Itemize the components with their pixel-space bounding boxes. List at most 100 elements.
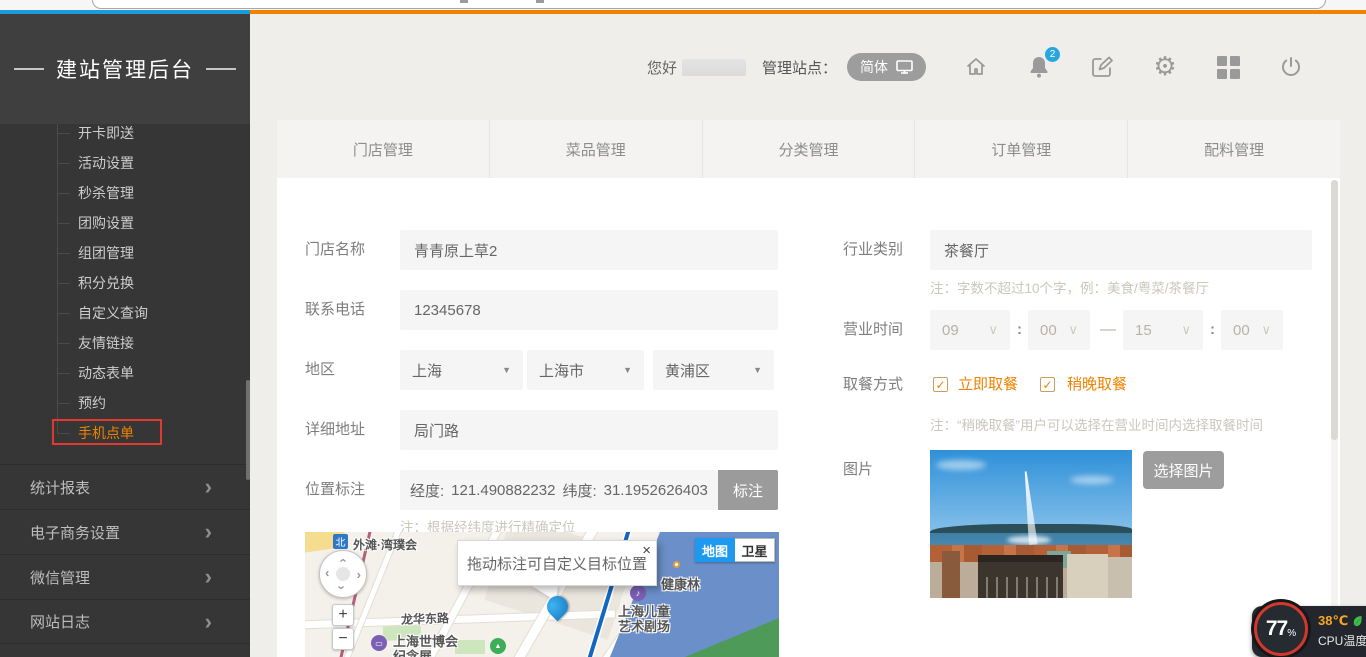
tab-label: 菜品管理 bbox=[566, 139, 626, 160]
chevron-right-icon: › bbox=[205, 476, 212, 498]
photo-cloud bbox=[1070, 476, 1114, 484]
pickup-label: 取餐方式 bbox=[843, 370, 903, 400]
sidebar-item[interactable]: 团购设置 bbox=[0, 208, 250, 238]
open-hour-select[interactable]: 09∨ bbox=[930, 310, 1010, 350]
cpu-temp-value: 38℃ bbox=[1318, 613, 1348, 629]
system-monitor-widget: 77 % 38℃ CPU温度 bbox=[1252, 606, 1366, 657]
sidebar-group[interactable]: 微信管理 › bbox=[0, 554, 250, 599]
sidebar-item[interactable]: 友情链接 bbox=[0, 328, 250, 358]
pickup-later-label[interactable]: 稍晚取餐 bbox=[1067, 370, 1127, 400]
logout-button[interactable] bbox=[1278, 54, 1304, 80]
tab[interactable]: 菜品管理 bbox=[490, 120, 703, 178]
top-header: 您好 管理站点： 简体 2 ⚙ bbox=[250, 14, 1366, 120]
content-scrollbar-thumb[interactable] bbox=[1331, 180, 1338, 440]
map-tooltip-text: 拖动标注可自定义目标位置 bbox=[467, 553, 647, 574]
address-label: 详细地址 bbox=[305, 410, 365, 450]
pickup-now-label[interactable]: 立即取餐 bbox=[958, 370, 1018, 400]
longitude-label: 经度: bbox=[410, 480, 444, 501]
store-photo bbox=[930, 450, 1132, 598]
tree-tick bbox=[57, 373, 70, 374]
browser-icon-fragment bbox=[460, 0, 468, 3]
greeting-text: 您好 bbox=[647, 57, 677, 78]
pickup-now-checkbox[interactable]: ✓ bbox=[933, 377, 948, 392]
hours-colon: : bbox=[1210, 310, 1215, 350]
browser-address-bar[interactable] bbox=[92, 0, 1326, 9]
industry-input[interactable]: 茶餐厅 bbox=[930, 230, 1312, 270]
tab[interactable]: 订单管理 bbox=[915, 120, 1128, 178]
sidebar-item[interactable]: 自定义查询 bbox=[0, 298, 250, 328]
notifications-button[interactable]: 2 bbox=[1026, 54, 1052, 80]
map-zoom-out-button[interactable]: − bbox=[332, 628, 354, 650]
sidebar-group[interactable]: 电子商务设置 › bbox=[0, 509, 250, 554]
close-minute-select[interactable]: 00∨ bbox=[1221, 310, 1283, 350]
edit-button[interactable] bbox=[1089, 54, 1115, 80]
sidebar-group[interactable]: 统计报表 › bbox=[0, 464, 250, 509]
close-hour-select[interactable]: 15∨ bbox=[1123, 310, 1203, 350]
sidebar-group[interactable]: 网站日志 › bbox=[0, 599, 250, 644]
store-name-input[interactable]: 青青原上草2 bbox=[400, 230, 778, 270]
district-select[interactable]: 黄浦区▼ bbox=[653, 350, 774, 390]
tab[interactable]: 分类管理 bbox=[703, 120, 916, 178]
museum-poi-icon: ▭ bbox=[371, 635, 387, 651]
edit-icon bbox=[1090, 55, 1114, 79]
location-label: 位置标注 bbox=[305, 470, 365, 510]
sidebar-item[interactable]: 预约 bbox=[0, 388, 250, 418]
sidebar-item-label: 组团管理 bbox=[78, 243, 134, 263]
map-zoom-in-button[interactable]: + bbox=[332, 604, 354, 626]
gear-icon: ⚙ bbox=[1153, 54, 1176, 80]
sidebar-item-label: 动态表单 bbox=[78, 363, 134, 383]
compass-north-badge: 北 bbox=[333, 534, 348, 549]
map-pan-control[interactable]: › › › › bbox=[319, 550, 367, 598]
phone-input[interactable]: 12345678 bbox=[400, 290, 778, 330]
pan-left-icon[interactable]: › bbox=[325, 568, 329, 581]
sidebar-item[interactable]: 动态表单 bbox=[0, 358, 250, 388]
store-name-label: 门店名称 bbox=[305, 230, 365, 270]
mark-location-button[interactable]: 标注 bbox=[718, 470, 778, 510]
map-widget[interactable]: 外滩·湾璞会 龙华东路 上海世博会 纪念展 上海儿童 艺术剧场 健康林 ▭ ♪ … bbox=[305, 532, 779, 657]
content-scrollbar[interactable] bbox=[1331, 180, 1338, 655]
sidebar: 开卡即送 活动设置 秒杀管理 团购设置 bbox=[0, 14, 250, 657]
choose-image-button[interactable]: 选择图片 bbox=[1143, 451, 1224, 489]
pickup-later-checkbox[interactable]: ✓ bbox=[1040, 377, 1055, 392]
sidebar-item[interactable]: 活动设置 bbox=[0, 148, 250, 178]
sidebar-item-label: 自定义查询 bbox=[78, 303, 148, 323]
phone-label: 联系电话 bbox=[305, 290, 365, 330]
click-annotation-box bbox=[52, 419, 162, 445]
map-type-satellite-button[interactable]: 卫星 bbox=[735, 538, 775, 562]
language-pill-label: 简体 bbox=[860, 57, 888, 77]
sidebar-item[interactable]: 秒杀管理 bbox=[0, 178, 250, 208]
hours-label: 营业时间 bbox=[843, 310, 903, 350]
sidebar-scrollbar[interactable] bbox=[246, 380, 250, 480]
grid-icon bbox=[1217, 56, 1240, 79]
city-select[interactable]: 上海市▼ bbox=[527, 350, 644, 390]
open-minute-select[interactable]: 00∨ bbox=[1028, 310, 1090, 350]
chevron-down-icon: ∨ bbox=[1181, 322, 1191, 338]
tab[interactable]: 配料管理 bbox=[1128, 120, 1340, 178]
tab[interactable]: 门店管理 bbox=[277, 120, 490, 178]
location-input[interactable]: 经度: 121.490882232 纬度: 31.1952626403 bbox=[400, 470, 718, 510]
cpu-usage-percent: 77 bbox=[1266, 617, 1287, 641]
pan-right-icon[interactable]: › bbox=[357, 568, 361, 581]
tab-label: 订单管理 bbox=[991, 139, 1051, 160]
tree-tick bbox=[57, 403, 70, 404]
map-type-map-button[interactable]: 地图 bbox=[695, 538, 735, 562]
province-select[interactable]: 上海▼ bbox=[400, 350, 523, 390]
pan-up-icon[interactable]: › bbox=[336, 558, 349, 562]
language-pill-button[interactable]: 简体 bbox=[847, 53, 926, 81]
home-button[interactable] bbox=[963, 54, 989, 80]
sidebar-item[interactable]: 手机点单 bbox=[0, 418, 250, 448]
map-type-toggle: 地图 卫星 bbox=[695, 538, 775, 562]
settings-button[interactable]: ⚙ bbox=[1152, 54, 1178, 80]
small-poi-marker bbox=[673, 561, 680, 568]
close-icon[interactable]: × bbox=[642, 542, 651, 560]
pan-knob[interactable] bbox=[336, 567, 350, 581]
address-input[interactable]: 局门路 bbox=[400, 410, 778, 450]
map-label-area: 外滩·湾璞会 bbox=[353, 536, 417, 553]
pan-down-icon[interactable]: › bbox=[336, 585, 349, 589]
sidebar-item[interactable]: 组团管理 bbox=[0, 238, 250, 268]
apps-button[interactable] bbox=[1215, 54, 1241, 80]
home-icon bbox=[964, 55, 988, 79]
sidebar-item[interactable]: 积分兑换 bbox=[0, 268, 250, 298]
map-label-theater: 艺术剧场 bbox=[618, 616, 670, 635]
cpu-usage-gauge[interactable]: 77 % bbox=[1254, 602, 1308, 656]
